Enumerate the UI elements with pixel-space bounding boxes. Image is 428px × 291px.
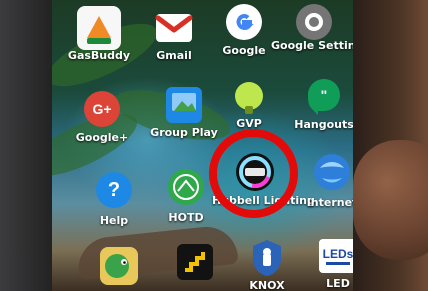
app-label-hubbell-lighting: Hubbell Lighting	[212, 194, 315, 207]
knox-icon[interactable]	[245, 236, 289, 280]
app-label-gasbuddy: GasBuddy	[67, 49, 131, 62]
hotd-icon[interactable]	[164, 165, 208, 209]
internet-icon	[314, 154, 350, 190]
hubbell-lighting-icon[interactable]	[233, 150, 277, 194]
svg-text:?: ?	[108, 179, 120, 201]
knox-icon	[253, 240, 281, 276]
gvp-iot-icon	[235, 82, 263, 114]
gasbuddy-icon[interactable]	[77, 6, 121, 50]
hangouts-icon: "	[308, 79, 340, 115]
stairs-icon[interactable]	[173, 240, 217, 284]
hubbell-lighting-icon	[236, 153, 274, 191]
app-label-gvp-iot: GVP	[236, 117, 262, 130]
group-play-icon[interactable]	[162, 83, 206, 127]
google-icon[interactable]	[222, 0, 266, 44]
google-plus-icon[interactable]: G+	[80, 87, 124, 131]
left-hand	[0, 0, 60, 291]
hangouts-icon[interactable]: "	[302, 73, 346, 117]
android-home-screen: GasBuddy Gmail Google Google Settings G+…	[52, 0, 370, 291]
help-icon: ?	[96, 172, 132, 208]
svg-text:G+: G+	[92, 101, 111, 117]
google-icon	[226, 4, 262, 40]
thumb	[353, 140, 428, 260]
gmail-icon[interactable]	[152, 6, 196, 50]
hotd-icon	[168, 169, 204, 205]
google-plus-icon: G+	[84, 91, 120, 127]
app-label-google-plus: Google+	[75, 131, 129, 144]
dinosaur-icon[interactable]	[97, 244, 141, 288]
stairs-icon	[177, 244, 213, 280]
svg-text:LEDs: LEDs	[323, 247, 354, 261]
svg-text:": "	[321, 87, 328, 103]
gvp-iot-icon[interactable]	[227, 76, 271, 120]
app-label-google-settings: Google Settings	[271, 39, 370, 52]
dinosaur-icon	[100, 247, 138, 285]
internet-icon[interactable]	[310, 150, 354, 194]
group-play-icon	[166, 87, 202, 123]
google-settings-icon	[296, 4, 332, 40]
gmail-icon	[155, 14, 193, 42]
app-label-hotd: HOTD	[168, 211, 204, 224]
google-settings-icon[interactable]	[292, 0, 336, 44]
phone-photo: GasBuddy Gmail Google Google Settings G+…	[0, 0, 428, 291]
gasbuddy-icon	[77, 6, 121, 50]
help-icon[interactable]: ?	[92, 168, 136, 212]
